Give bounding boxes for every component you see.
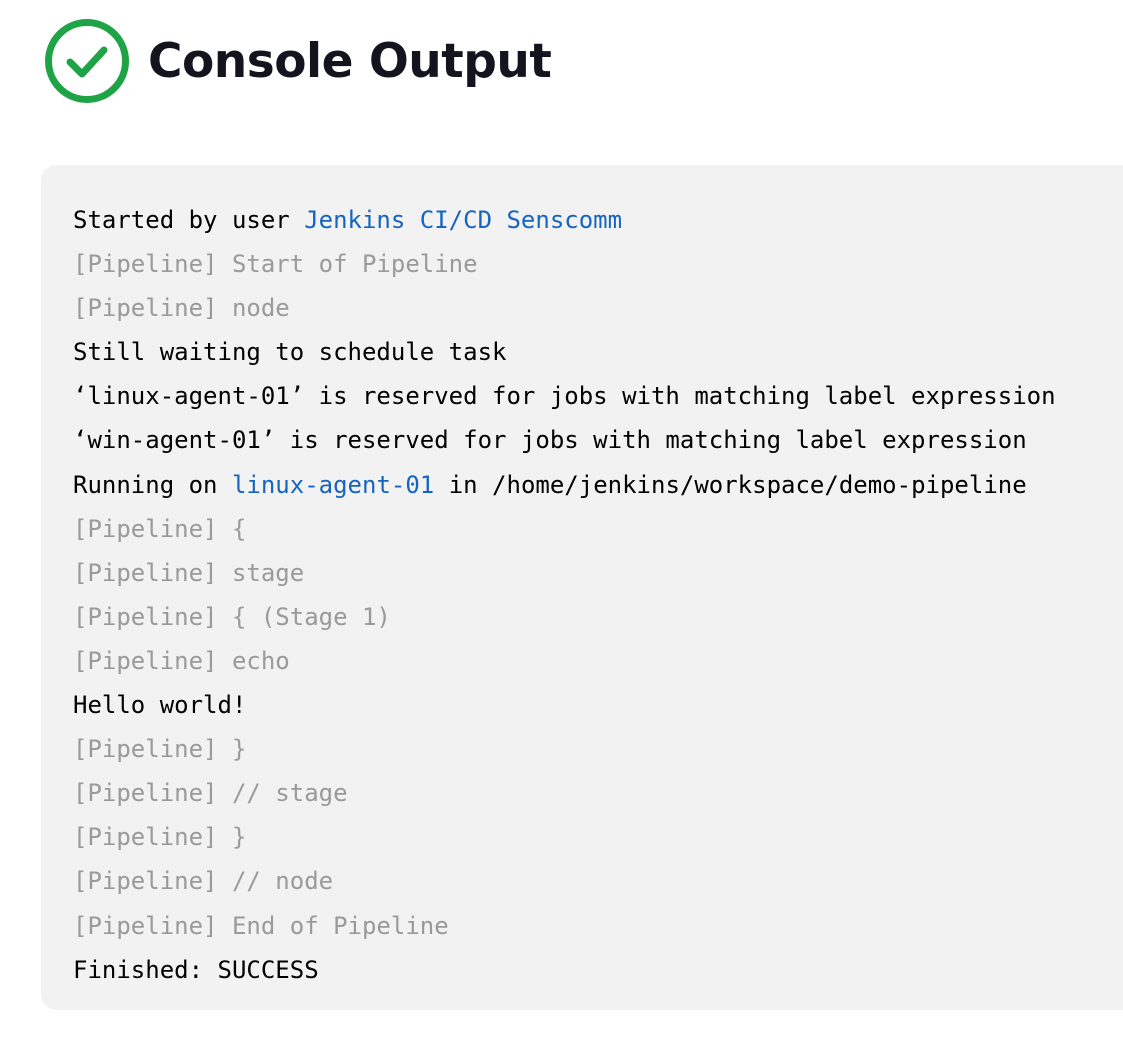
console-text: Started by user	[73, 206, 305, 234]
console-line: Finished: SUCCESS	[73, 948, 1123, 992]
console-line-pipeline: [Pipeline] echo	[73, 639, 1123, 683]
success-check-icon	[45, 19, 129, 103]
console-text: [Pipeline] { (Stage 1)	[73, 602, 391, 631]
console-text: Finished: SUCCESS	[73, 955, 319, 984]
console-line: ‘win-agent-01’ is reserved for jobs with…	[73, 418, 1123, 462]
console-text: Hello world!	[73, 691, 247, 720]
page-title: Console Output	[148, 33, 552, 89]
console-line-pipeline: [Pipeline] {	[73, 507, 1123, 551]
console-line: Running on linux-agent-01 in /home/jenki…	[73, 463, 1123, 507]
console-text: [Pipeline] End of Pipeline	[73, 911, 449, 940]
console-text: [Pipeline] node	[73, 294, 290, 323]
console-text: ‘linux-agent-01’ is reserved for jobs wi…	[73, 382, 1056, 411]
console-line-pipeline: [Pipeline] Start of Pipeline	[73, 242, 1123, 286]
console-line: ‘linux-agent-01’ is reserved for jobs wi…	[73, 374, 1123, 418]
console-text: in /home/jenkins/workspace/demo-pipeline	[434, 470, 1027, 499]
page-header: Console Output	[44, 18, 552, 104]
console-text: Running on	[73, 470, 232, 499]
console-line-pipeline: [Pipeline] // stage	[73, 771, 1123, 815]
console-text: [Pipeline] stage	[73, 558, 305, 587]
console-text: ‘win-agent-01’ is reserved for jobs with…	[73, 426, 1027, 455]
console-line-pipeline: [Pipeline] }	[73, 815, 1123, 859]
console-line-pipeline: [Pipeline] }	[73, 727, 1123, 771]
console-line-pipeline: [Pipeline] End of Pipeline	[73, 904, 1123, 948]
console-link[interactable]: linux-agent-01	[232, 471, 434, 499]
console-text: [Pipeline] }	[73, 823, 247, 852]
console-line: Still waiting to schedule task	[73, 330, 1123, 374]
console-line-pipeline: [Pipeline] stage	[73, 551, 1123, 595]
console-line-pipeline: [Pipeline] // node	[73, 859, 1123, 903]
console-text: [Pipeline] // stage	[73, 779, 348, 808]
console-text: [Pipeline] Start of Pipeline	[73, 250, 478, 279]
console-link[interactable]: Jenkins CI/CD Senscomm	[304, 206, 622, 234]
console-line-pipeline: [Pipeline] { (Stage 1)	[73, 595, 1123, 639]
console-line: Started by user Jenkins CI/CD Senscomm	[73, 198, 1123, 242]
console-text: [Pipeline] echo	[73, 646, 290, 675]
console-line: Hello world!	[73, 683, 1123, 727]
console-text: [Pipeline] // node	[73, 867, 334, 896]
console-text: Still waiting to schedule task	[73, 338, 507, 367]
console-line-pipeline: [Pipeline] node	[73, 286, 1123, 330]
console-text: [Pipeline] {	[73, 514, 247, 543]
console-text: [Pipeline] }	[73, 735, 247, 764]
console-output: Started by user Jenkins CI/CD Senscomm [P…	[41, 165, 1123, 1010]
